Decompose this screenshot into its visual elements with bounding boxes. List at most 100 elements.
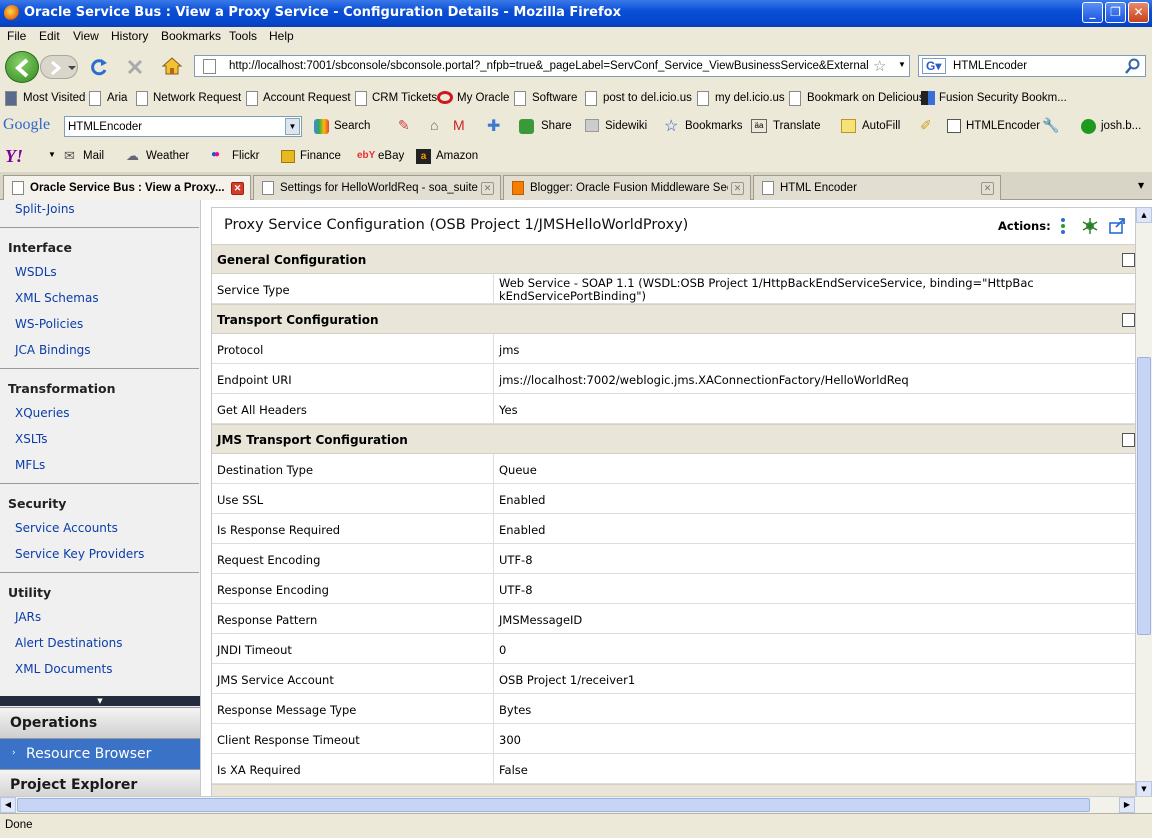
sidebar-item-xml-schemas[interactable]: XML Schemas (15, 291, 99, 305)
tab-close-icon[interactable]: ✕ (981, 182, 994, 195)
tab-close-icon[interactable]: ✕ (481, 182, 494, 195)
reload-icon[interactable] (89, 57, 109, 77)
menu-edit[interactable]: Edit (39, 29, 60, 43)
accordion-operations[interactable]: Operations (0, 707, 200, 738)
bookmark-my-oracle[interactable]: My Oracle (457, 92, 509, 104)
sidebar-group-transformation: Transformation (8, 381, 116, 396)
tab-list-dropdown-icon[interactable]: ▼ (1138, 181, 1144, 190)
scrollbar-thumb[interactable] (1137, 357, 1151, 635)
bookmark-software[interactable]: Software (532, 92, 577, 104)
sidebar-item-xslts[interactable]: XSLTs (15, 432, 47, 446)
status-bar: Done (0, 813, 1152, 838)
sidebar-item-jca-bindings[interactable]: JCA Bindings (15, 343, 91, 357)
google-logo[interactable]: Google (3, 116, 50, 134)
bookmark-star-icon[interactable]: ☆ (873, 57, 886, 75)
horizontal-scrollbar-thumb[interactable] (17, 798, 1090, 812)
back-button[interactable] (5, 51, 39, 83)
yahoo-mail-button[interactable]: Mail (83, 150, 104, 162)
sidebar-item-service-accounts[interactable]: Service Accounts (15, 521, 118, 535)
yahoo-dropdown-icon[interactable]: ▼ (48, 150, 56, 159)
tab-settings-helloworldreq[interactable]: Settings for HelloWorldReq - soa_suite..… (253, 175, 501, 200)
vertical-scrollbar[interactable]: ▲ ▼ (1136, 207, 1152, 797)
google-account-button[interactable]: josh.b... (1101, 120, 1141, 132)
menu-file[interactable]: File (7, 29, 26, 43)
close-button[interactable]: ✕ (1128, 2, 1149, 23)
wrench-icon[interactable]: 🔧 (1042, 117, 1059, 134)
bookmark-post-delicious[interactable]: post to del.icio.us (603, 92, 692, 104)
scroll-down-icon[interactable]: ▼ (1136, 781, 1152, 797)
google-autofill-button[interactable]: AutoFill (862, 120, 900, 132)
horizontal-scrollbar[interactable]: ◀ ▶ (0, 796, 1152, 813)
highlight-icon[interactable]: ✎ (398, 117, 410, 134)
scroll-left-icon[interactable]: ◀ (0, 797, 16, 813)
bookmark-network-request[interactable]: Network Request (153, 92, 241, 104)
google-search-input[interactable]: HTMLEncoder ▼ (64, 116, 302, 137)
add-icon[interactable]: ✚ (487, 116, 500, 136)
action-export-icon[interactable] (1108, 217, 1126, 235)
bookmark-aria[interactable]: Aria (107, 92, 127, 104)
sidebar-item-xml-documents[interactable]: XML Documents (15, 662, 113, 676)
edit-icon[interactable] (1122, 253, 1135, 267)
home-icon[interactable] (161, 56, 183, 76)
search-engine-icon[interactable]: G▾ (922, 58, 946, 74)
scroll-up-icon[interactable]: ▲ (1136, 207, 1152, 223)
sidebar-item-mfls[interactable]: MFLs (15, 458, 45, 472)
google-htmlencoder-button[interactable]: HTMLEncoder (966, 120, 1040, 132)
scroll-right-icon[interactable]: ▶ (1119, 797, 1135, 813)
menu-tools[interactable]: Tools (229, 29, 257, 43)
yahoo-finance-button[interactable]: Finance (300, 150, 341, 162)
sidebar-item-alert-destinations[interactable]: Alert Destinations (15, 636, 123, 650)
bookmark-most-visited[interactable]: Most Visited (23, 92, 85, 104)
google-search-button[interactable]: Search (334, 120, 370, 132)
edit-icon[interactable] (1122, 313, 1135, 327)
yahoo-ebay-button[interactable]: eBay (378, 150, 404, 162)
google-bookmarks-button[interactable]: Bookmarks (685, 120, 743, 132)
action-test-bug-icon[interactable] (1081, 217, 1099, 235)
tab-close-icon[interactable]: ✕ (231, 182, 244, 195)
google-sidewiki-button[interactable]: Sidewiki (605, 120, 647, 132)
sidebar-item-wsdls[interactable]: WSDLs (15, 265, 57, 279)
sidebar-scroll-down-icon[interactable]: ▼ (0, 696, 200, 706)
tab-html-encoder[interactable]: HTML Encoder ✕ (753, 175, 1001, 200)
menu-view[interactable]: View (73, 29, 99, 43)
google-translate-button[interactable]: Translate (773, 120, 821, 132)
search-input[interactable]: G▾ HTMLEncoder (918, 55, 1146, 77)
pencil-icon[interactable]: ✐ (920, 117, 932, 134)
bookmark-fusion-security[interactable]: Fusion Security Bookm... (939, 92, 1067, 104)
sidebar-item-jars[interactable]: JARs (15, 610, 41, 624)
sidebar-item-split-joins[interactable]: Split-Joins (15, 202, 75, 216)
action-trace-icon[interactable] (1057, 217, 1069, 235)
url-bar[interactable]: http://localhost:7001/sbconsole/sbconsol… (194, 55, 910, 77)
yahoo-weather-button[interactable]: Weather (146, 150, 189, 162)
sidebar-item-service-key-providers[interactable]: Service Key Providers (15, 547, 144, 561)
bookmark-crm-tickets[interactable]: CRM Tickets (372, 92, 437, 104)
magnifier-icon[interactable] (1125, 58, 1141, 74)
accordion-resource-browser[interactable]: › Resource Browser (0, 738, 200, 769)
sidebar-item-ws-policies[interactable]: WS-Policies (15, 317, 83, 331)
yahoo-logo[interactable]: Y! (5, 146, 23, 167)
tab-close-icon[interactable]: ✕ (731, 182, 744, 195)
dropdown-icon[interactable]: ▼ (285, 118, 300, 135)
bookmark-on-delicious[interactable]: Bookmark on Delicious (807, 92, 925, 104)
menu-history[interactable]: History (111, 29, 148, 43)
tab-blogger[interactable]: Blogger: Oracle Fusion Middleware Sec...… (503, 175, 751, 200)
edit-icon[interactable] (1122, 433, 1135, 447)
sidebar-item-xqueries[interactable]: XQueries (15, 406, 70, 420)
google-share-button[interactable]: Share (541, 120, 572, 132)
bookmark-account-request[interactable]: Account Request (263, 92, 351, 104)
maximize-button[interactable]: ❐ (1105, 2, 1126, 23)
yahoo-amazon-button[interactable]: Amazon (436, 150, 478, 162)
menu-bookmarks[interactable]: Bookmarks (161, 29, 221, 43)
gmail-icon[interactable]: M (453, 117, 465, 133)
url-dropdown-icon[interactable]: ▼ (898, 60, 906, 69)
config-row: JNDI Timeout 0 (212, 634, 1135, 664)
config-row: Response Message Type Bytes (212, 694, 1135, 724)
forward-button[interactable] (40, 55, 78, 79)
yahoo-flickr-button[interactable]: Flickr (232, 150, 259, 162)
menu-help[interactable]: Help (269, 29, 294, 43)
stop-icon[interactable] (125, 57, 145, 77)
bookmark-my-delicious[interactable]: my del.icio.us (715, 92, 785, 104)
news-icon[interactable]: ⌂ (430, 117, 438, 133)
minimize-button[interactable]: _ (1082, 2, 1103, 23)
tab-oracle-service-bus[interactable]: Oracle Service Bus : View a Proxy... ✕ (3, 175, 251, 201)
